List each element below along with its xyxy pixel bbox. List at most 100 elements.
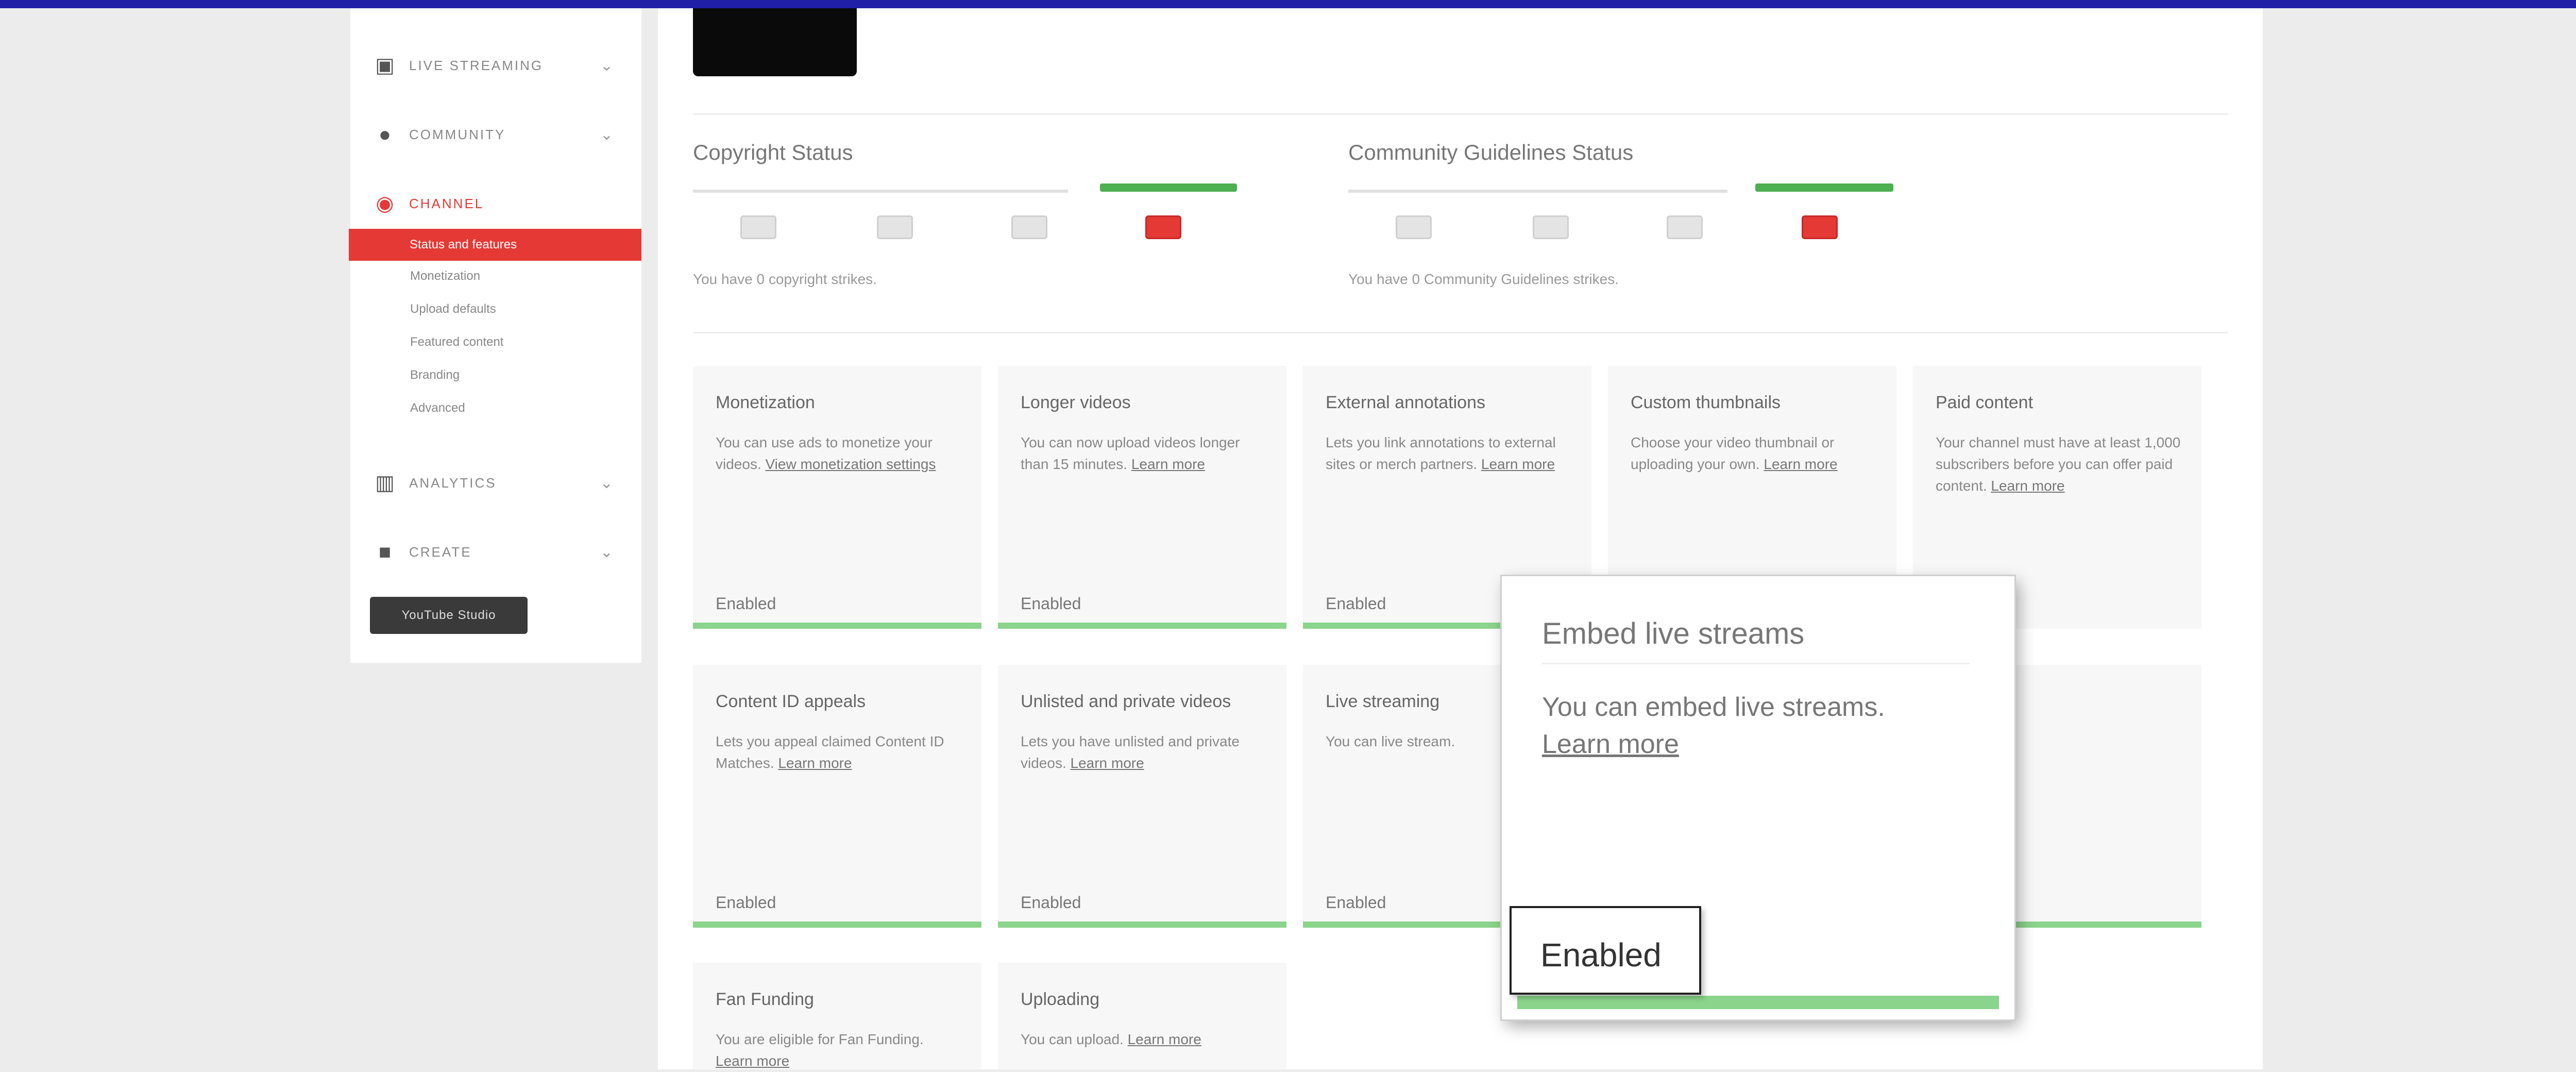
feature-card-title: Monetization (716, 393, 815, 412)
community-status-indicator (1755, 183, 1893, 192)
feature-card-link[interactable]: View monetization settings (766, 456, 936, 472)
feature-card[interactable]: Fan Funding You are eligible for Fan Fun… (693, 963, 981, 1069)
chevron-down-icon[interactable]: ⌄ (600, 57, 613, 75)
feature-card-title: Custom thumbnails (1631, 393, 1781, 412)
sidebar: ▣ LIVE STREAMING ⌄ ● COMMUNITY ⌄ ◉ CHANN… (349, 8, 641, 663)
sidebar-item-label: ANALYTICS (409, 475, 497, 491)
feature-card-link[interactable]: Learn more (1991, 478, 2064, 494)
community-status-track (1348, 190, 1727, 193)
copyright-status-indicator (1100, 183, 1237, 192)
feature-card-text: You can upload. (1021, 1031, 1124, 1047)
feature-card-link[interactable]: Learn more (1481, 456, 1555, 472)
sidebar-item-analytics[interactable]: ▥ ANALYTICS ⌄ (371, 465, 618, 501)
feature-card-title: Longer videos (1021, 393, 1131, 412)
popup-divider (1542, 663, 1970, 664)
feature-card-body: You can upload. Learn more (1021, 1029, 1268, 1050)
feature-card-text: You can now upload videos longer than 15… (1021, 434, 1240, 472)
enabled-status-highlight: Enabled (1510, 906, 1701, 995)
learn-more-link[interactable]: Learn more (1542, 729, 1679, 759)
feature-card-text: You can live stream. (1326, 733, 1455, 749)
creator-studio-button[interactable]: YouTube Studio (370, 597, 528, 634)
copyright-status-track (693, 190, 1068, 193)
feature-card-title: Uploading (1021, 990, 1100, 1009)
divider (693, 332, 2228, 333)
sidebar-item-live-streaming[interactable]: ▣ LIVE STREAMING ⌄ (371, 47, 618, 83)
feature-card-status-bar (693, 623, 981, 629)
feature-card-body: Lets you appeal claimed Content ID Match… (716, 731, 963, 774)
copyright-status-title: Copyright Status (693, 140, 853, 164)
feature-card-title: External annotations (1326, 393, 1485, 412)
feature-card-status-bar (693, 922, 981, 928)
community-strike-slot (1396, 215, 1432, 239)
sidebar-item-create[interactable]: ■ CREATE ⌄ (371, 534, 618, 570)
community-strike-current (1802, 215, 1838, 239)
feature-card-link[interactable]: Learn more (1764, 456, 1837, 472)
feature-card-status: Enabled (1326, 893, 1386, 912)
feature-card[interactable]: Uploading You can upload. Learn more (998, 963, 1286, 1069)
feature-detail-popup[interactable]: Embed live streams You can embed live st… (1502, 576, 2014, 1019)
camera-icon: ■ (378, 540, 392, 563)
sidebar-subitem-branding[interactable]: Branding (410, 368, 460, 382)
feature-card-link[interactable]: Learn more (1071, 755, 1144, 771)
sidebar-subitem-status-features[interactable]: Status and features (349, 229, 641, 261)
feature-card-link[interactable]: Learn more (1131, 456, 1205, 472)
sidebar-subitem-featured-content[interactable]: Featured content (410, 335, 503, 349)
feature-card-title: Content ID appeals (716, 692, 866, 711)
popup-status-bar (1517, 996, 1999, 1009)
feature-card-status: Enabled (1326, 594, 1386, 613)
community-strike-slot (1667, 215, 1703, 239)
feature-card-title: Unlisted and private videos (1021, 692, 1231, 711)
feature-card-body: Lets you have unlisted and private video… (1021, 731, 1268, 774)
feature-card-body: You are eligible for Fan Funding. Learn … (716, 1029, 963, 1072)
sidebar-item-community[interactable]: ● COMMUNITY ⌄ (371, 116, 618, 153)
popup-text: You can embed live streams. (1542, 692, 1885, 722)
copyright-status-description: You have 0 copyright strikes. (693, 271, 877, 287)
channel-thumbnail[interactable] (693, 8, 857, 76)
divider (693, 113, 2228, 115)
channel-icon: ◉ (376, 192, 394, 215)
feature-card-link[interactable]: Learn more (716, 1053, 789, 1069)
feature-card-status: Enabled (1021, 594, 1081, 613)
feature-card-status-bar (998, 623, 1286, 629)
chevron-down-icon[interactable]: ⌄ (600, 543, 613, 561)
sidebar-item-label: CREATE (409, 544, 472, 560)
feature-card-body: You can use ads to monetize your videos.… (716, 432, 963, 475)
main-content: Copyright Status You have 0 copyright st… (658, 8, 2263, 1069)
feature-card-status-bar (998, 922, 1286, 928)
sidebar-item-label: CHANNEL (409, 195, 484, 211)
popup-body: You can embed live streams. Learn more (1542, 689, 1985, 763)
chevron-down-icon[interactable]: ⌄ (600, 474, 613, 492)
feature-card-link[interactable]: Learn more (778, 755, 852, 771)
community-status-title: Community Guidelines Status (1348, 140, 1634, 164)
feature-card-status: Enabled (716, 594, 776, 613)
feature-card[interactable]: Unlisted and private videos Lets you hav… (998, 665, 1286, 928)
community-strike-slot (1533, 215, 1569, 239)
feature-card[interactable]: Longer videos You can now upload videos … (998, 366, 1286, 629)
feature-card-title: Paid content (1936, 393, 2033, 412)
window-top-bar (0, 0, 2576, 8)
copyright-strike-slot (1011, 215, 1047, 239)
feature-card-title: Live streaming (1326, 692, 1440, 711)
chevron-down-icon[interactable]: ⌄ (600, 126, 613, 144)
feature-card-title: Fan Funding (716, 990, 814, 1009)
copyright-strike-slot (877, 215, 913, 239)
feature-card-body: You can now upload videos longer than 15… (1021, 432, 1268, 475)
feature-card-body: Your channel must have at least 1,000 su… (1936, 432, 2183, 497)
sidebar-subitem-upload-defaults[interactable]: Upload defaults (410, 302, 496, 316)
feature-card[interactable]: Monetization You can use ads to monetize… (693, 366, 981, 629)
copyright-strike-slot (740, 215, 776, 239)
feature-card[interactable]: Content ID appeals Lets you appeal claim… (693, 665, 981, 928)
sidebar-subitem-monetization[interactable]: Monetization (410, 269, 480, 283)
enabled-status-label: Enabled (1540, 936, 1662, 974)
analytics-icon: ▥ (375, 472, 395, 494)
video-icon: ▣ (375, 54, 395, 77)
popup-title: Embed live streams (1542, 617, 1805, 650)
people-icon: ● (378, 123, 392, 146)
sidebar-item-label: LIVE STREAMING (409, 57, 544, 73)
feature-card-link[interactable]: Learn more (1128, 1031, 1201, 1047)
feature-card-body: Lets you link annotations to external si… (1326, 432, 1573, 475)
sidebar-item-channel[interactable]: ◉ CHANNEL (371, 186, 618, 222)
feature-card-body: Choose your video thumbnail or uploading… (1631, 432, 1878, 475)
sidebar-subitem-advanced[interactable]: Advanced (410, 401, 465, 415)
feature-card-status: Enabled (716, 893, 776, 912)
